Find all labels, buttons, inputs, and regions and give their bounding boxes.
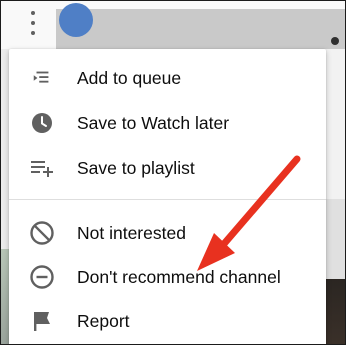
menu-item-label: Save to playlist (77, 157, 195, 178)
menu-item-label: Report (77, 310, 130, 331)
menu-item-label: Add to queue (77, 67, 182, 88)
add-to-queue-icon (29, 65, 55, 91)
menu-item-label: Save to Watch later (77, 112, 230, 133)
more-options-icon[interactable] (25, 11, 41, 35)
menu-item-save-to-playlist[interactable]: Save to playlist (9, 146, 326, 190)
video-options-menu: Add to queue Save to Watch later Save to… (9, 49, 326, 344)
menu-item-add-to-queue[interactable]: Add to queue (9, 56, 326, 100)
screenshot-frame: Add to queue Save to Watch later Save to… (0, 0, 346, 345)
channel-avatar (59, 3, 93, 37)
background-dot (331, 37, 339, 45)
menu-item-label: Don't recommend channel (77, 266, 281, 287)
playlist-add-icon (29, 155, 55, 181)
background-thumbnail-left (1, 49, 9, 344)
flag-icon (29, 308, 55, 334)
menu-item-dont-recommend-channel[interactable]: Don't recommend channel (9, 255, 326, 299)
menu-item-report[interactable]: Report (9, 299, 326, 343)
menu-item-label: Not interested (77, 222, 186, 243)
block-icon (29, 220, 55, 246)
remove-circle-icon (29, 264, 55, 290)
menu-item-save-to-watch-later[interactable]: Save to Watch later (9, 101, 326, 145)
clock-icon (29, 110, 55, 136)
background-thumbnail-right (326, 49, 345, 344)
menu-divider (9, 199, 326, 200)
background-header-bar (56, 9, 345, 49)
menu-item-not-interested[interactable]: Not interested (9, 211, 326, 255)
